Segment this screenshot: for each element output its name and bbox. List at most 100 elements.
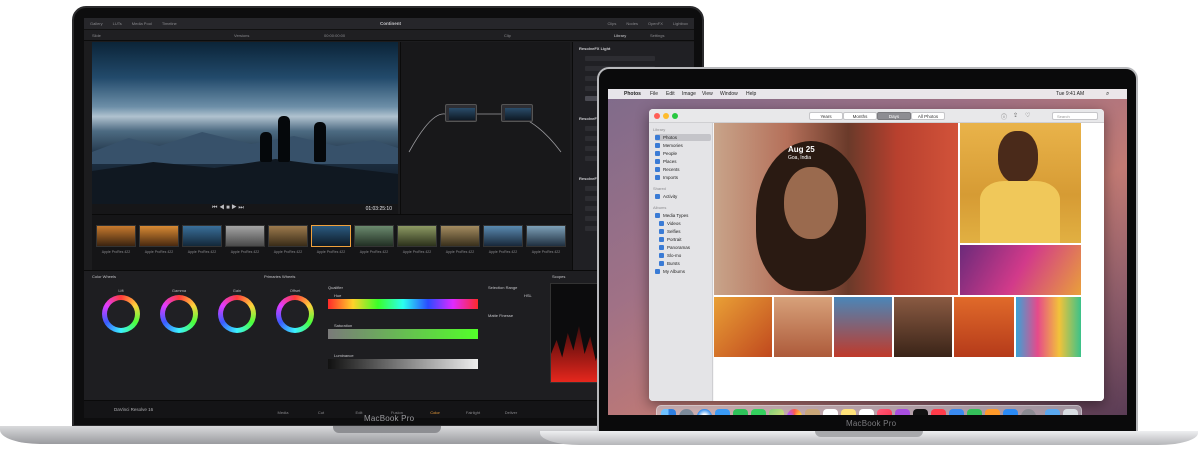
sidebar-item-media-types[interactable]: Media Types [655, 212, 711, 219]
qualifier-title[interactable]: Qualifier [328, 285, 343, 290]
search-icon[interactable]: ⌕ [1106, 91, 1109, 98]
search-field[interactable]: Search [1052, 112, 1098, 120]
offset-wheel[interactable] [276, 295, 314, 333]
trash-icon[interactable] [1063, 409, 1078, 415]
menu-clock[interactable]: Tue 9:41 AM [1056, 91, 1084, 97]
menu-file[interactable]: File [650, 91, 658, 97]
sidebar-item-activity[interactable]: Activity [655, 193, 711, 200]
keynote-icon[interactable] [949, 409, 964, 415]
share-icon[interactable]: ⇪ [1013, 112, 1018, 119]
menu-image[interactable]: Image [682, 91, 696, 97]
hero-photo[interactable] [714, 123, 958, 295]
appstore-icon[interactable] [1003, 409, 1018, 415]
maps-icon[interactable] [769, 409, 784, 415]
node-graph[interactable] [400, 42, 570, 214]
tab-nodes[interactable]: Nodes [626, 21, 638, 26]
clip-thumbnail[interactable] [483, 225, 523, 247]
color-wheels-title[interactable]: Color Wheels [92, 274, 116, 279]
sidebar-item-people[interactable]: People [655, 150, 711, 157]
menu-help[interactable]: Help [746, 91, 756, 97]
launchpad-icon[interactable] [679, 409, 694, 415]
clip-thumbnail[interactable] [354, 225, 394, 247]
tab-lightbox[interactable]: Lightbox [673, 21, 688, 26]
podcasts-icon[interactable] [895, 409, 910, 415]
page-cut[interactable]: Cut [306, 410, 336, 415]
versions-dropdown[interactable]: Versions [234, 33, 249, 38]
tab-luts[interactable]: LUTs [113, 21, 122, 26]
minimize-icon[interactable] [663, 113, 669, 119]
clip-dropdown[interactable]: Clip [504, 33, 511, 38]
video-viewer[interactable] [92, 42, 398, 204]
music-icon[interactable] [877, 409, 892, 415]
thumbnail-photo[interactable] [714, 297, 772, 357]
calendar-icon[interactable] [823, 409, 838, 415]
sidebar-item-panoramas[interactable]: Panoramas [659, 244, 715, 251]
hue-range-bar[interactable] [328, 299, 478, 309]
page-color[interactable]: Color [420, 410, 450, 415]
tab-all-photos[interactable]: All Photos [911, 112, 945, 120]
primaries-wheels-title[interactable]: Primaries Wheels [264, 274, 295, 279]
clip-thumbnail[interactable] [268, 225, 308, 247]
sidebar-item-slo-mo[interactable]: Slo-mo [659, 252, 715, 259]
folder-icon[interactable] [1045, 409, 1060, 415]
color-node[interactable] [501, 104, 533, 122]
sidebar-item-imports[interactable]: Imports [655, 174, 711, 181]
sidebar-item-places[interactable]: Places [655, 158, 711, 165]
saturation-range-bar[interactable] [328, 329, 478, 339]
gain-wheel[interactable] [218, 295, 256, 333]
pages-icon[interactable] [985, 409, 1000, 415]
sidebar-item-bursts[interactable]: Bursts [659, 260, 715, 267]
clip-thumbnail[interactable] [182, 225, 222, 247]
settings-icon[interactable] [1021, 409, 1036, 415]
lift-wheel[interactable] [102, 295, 140, 333]
page-media[interactable]: Media [268, 410, 298, 415]
notes-icon[interactable] [841, 409, 856, 415]
menu-app[interactable]: Photos [624, 91, 641, 97]
play-controls-icon[interactable]: ⏮ ◀ ■ ▶ ⏭ [212, 205, 244, 212]
clip-thumbnail[interactable] [96, 225, 136, 247]
contacts-icon[interactable] [805, 409, 820, 415]
tab-months[interactable]: Months [843, 112, 877, 120]
news-icon[interactable] [931, 409, 946, 415]
sidebar-item-my-albums[interactable]: My Albums [655, 268, 711, 275]
reminders-icon[interactable] [859, 409, 874, 415]
thumbnail-photo[interactable] [834, 297, 892, 357]
tab-days[interactable]: Days [877, 112, 911, 120]
sidebar-item-selfies[interactable]: Selfies [659, 228, 715, 235]
tab-library[interactable]: Library [614, 33, 626, 38]
page-deliver[interactable]: Deliver [496, 410, 526, 415]
zoom-icon[interactable] [672, 113, 678, 119]
tab-years[interactable]: Years [809, 112, 843, 120]
menu-window[interactable]: Window [720, 91, 738, 97]
slide-label[interactable]: Slide [92, 33, 101, 38]
menu-view[interactable]: View [702, 91, 713, 97]
gamma-wheel[interactable] [160, 295, 198, 333]
sidebar-item-videos[interactable]: Videos [659, 220, 715, 227]
mail-icon[interactable] [715, 409, 730, 415]
info-icon[interactable]: ⓘ [1001, 112, 1007, 121]
tab-clips[interactable]: Clips [608, 21, 617, 26]
luminance-range-bar[interactable] [328, 359, 478, 369]
tab-timeline[interactable]: Timeline [162, 21, 177, 26]
clip-thumbnail[interactable] [440, 225, 480, 247]
thumbnail-photo[interactable] [954, 297, 1014, 357]
close-icon[interactable] [654, 113, 660, 119]
safari-icon[interactable] [697, 409, 712, 415]
heart-icon[interactable]: ♡ [1025, 112, 1030, 119]
numbers-icon[interactable] [967, 409, 982, 415]
tab-openfx[interactable]: OpenFX [648, 21, 663, 26]
menu-edit[interactable]: Edit [666, 91, 675, 97]
sidebar-item-recents[interactable]: Recents [655, 166, 711, 173]
color-node[interactable] [445, 104, 477, 122]
thumbnail-photo[interactable] [1016, 297, 1081, 357]
portrait-photo[interactable] [960, 123, 1081, 243]
tab-media-pool[interactable]: Media Pool [132, 21, 152, 26]
messages-icon[interactable] [751, 409, 766, 415]
sidebar-item-memories[interactable]: Memories [655, 142, 711, 149]
sidebar-item-portrait[interactable]: Portrait [659, 236, 715, 243]
facetime-icon[interactable] [733, 409, 748, 415]
tab-settings[interactable]: Settings [650, 33, 664, 38]
thumbnail-photo[interactable] [894, 297, 952, 357]
tab-gallery[interactable]: Gallery [90, 21, 103, 26]
finder-icon[interactable] [661, 409, 676, 415]
